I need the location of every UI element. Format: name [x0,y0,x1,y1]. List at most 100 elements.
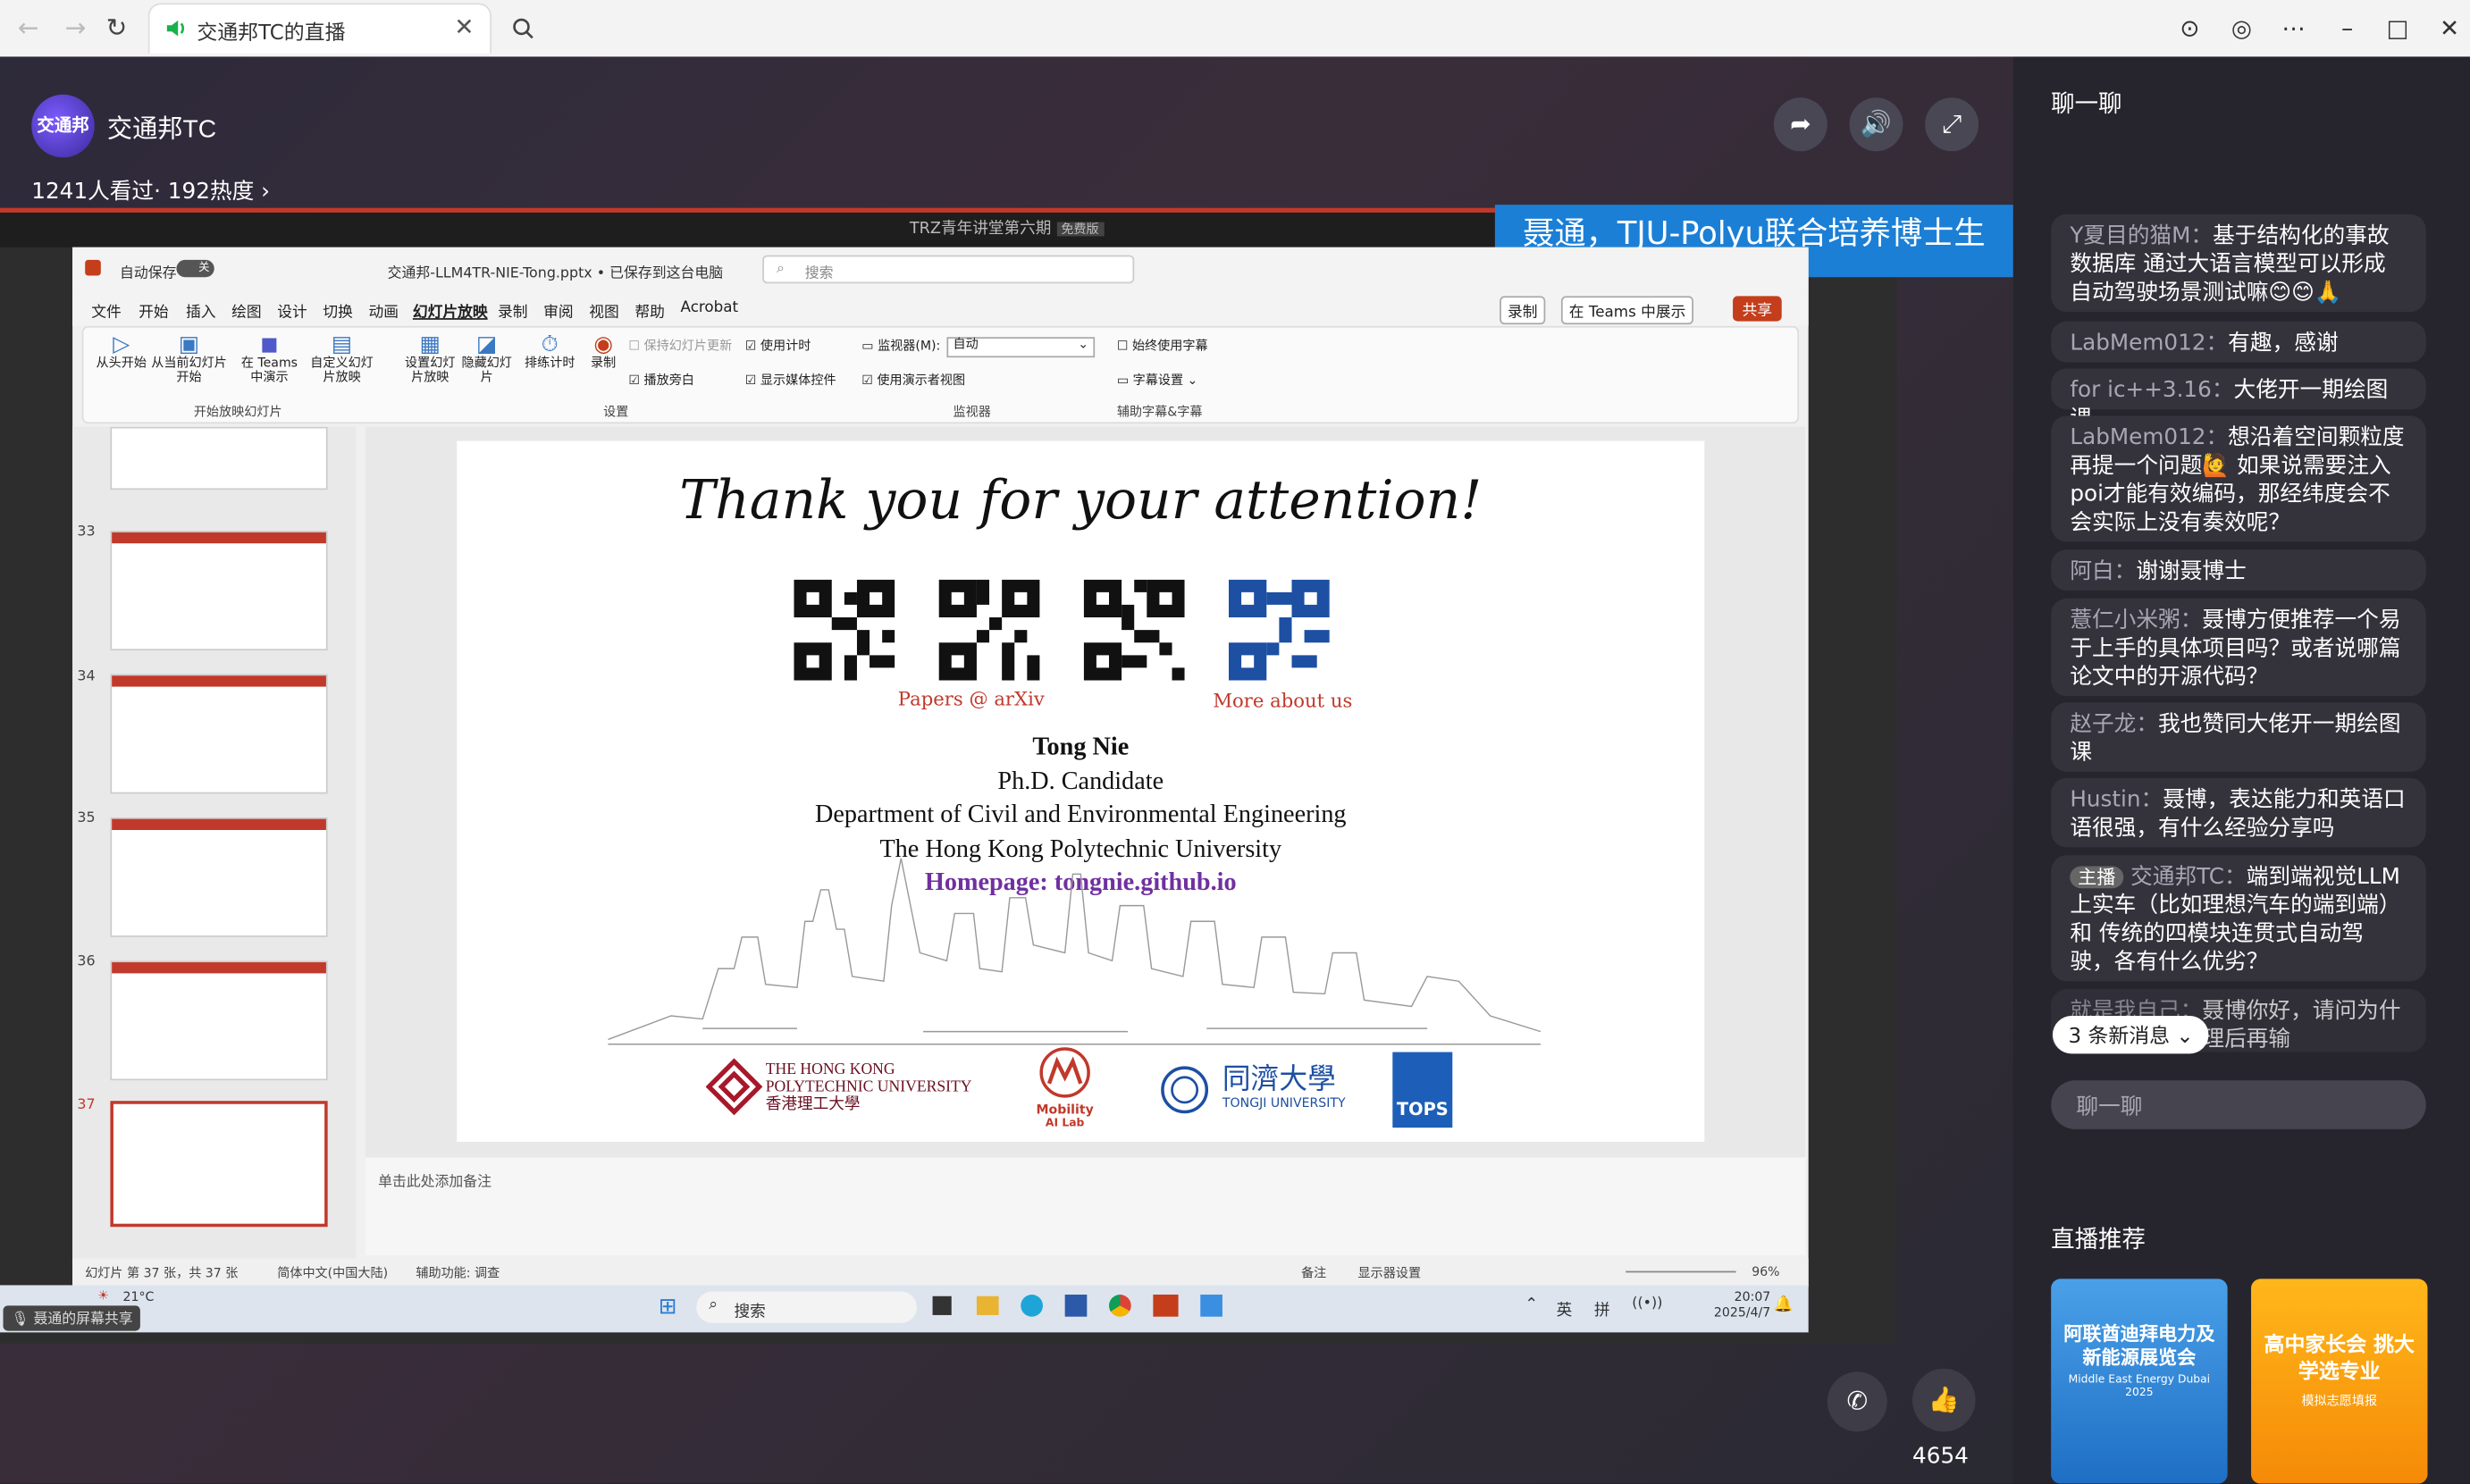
ppt-file-name[interactable]: 交通邦-LLM4TR-NIE-Tong.pptx • 已保存到这台电脑 [388,262,723,282]
window-close-icon[interactable]: ✕ [2431,10,2468,47]
keep-fresh-checkbox[interactable]: ☐ 保持幻灯片更新 [628,339,732,355]
taskbar-clock[interactable]: 20:07 2025/4/7 [1714,1290,1770,1321]
record-button[interactable]: 录制 [1500,296,1546,325]
viewer-count: 1241人看过· 192热度 [31,179,255,205]
menu-item-active[interactable]: 幻灯片放映 [413,299,488,321]
menu-item[interactable]: Acrobat [681,299,739,316]
browser-tab[interactable]: 交通邦TC的直播 ✕ [147,3,491,54]
recommend-card[interactable]: 高中家长会 挑大学选专业 模拟志愿填报 [2251,1279,2428,1484]
weather-text[interactable]: 21°C [122,1290,154,1304]
tops-logo: TOPS [1392,1052,1453,1128]
reload-icon[interactable]: ↻ [97,10,135,47]
use-timing-checkbox[interactable]: ☑ 使用计时 [745,339,811,355]
slide-thumbnail[interactable] [110,817,328,937]
qr-code[interactable] [1083,579,1185,681]
custom-show-button[interactable]: ▤ 自定义幻灯片放映 [310,332,374,386]
slide-thumbnail[interactable] [110,426,328,490]
menu-item[interactable]: 文件 [91,299,122,321]
network-icon[interactable]: ((•)) [1632,1296,1662,1312]
share-button[interactable]: 共享 [1733,296,1782,322]
teams-present-ribbon-button[interactable]: ◼ 在 Teams 中演示 [238,332,301,386]
app-taskbar-icon[interactable] [1200,1295,1222,1317]
teams-present-button[interactable]: 在 Teams 中展示 [1560,296,1694,325]
globe-icon[interactable]: ◎ [2222,10,2260,47]
file-explorer-icon[interactable] [976,1295,999,1315]
qr-code[interactable] [938,579,1040,681]
notes-pane[interactable]: 单击此处添加备注 [365,1157,1806,1255]
task-view-icon[interactable] [932,1295,952,1315]
chrome-icon[interactable] [1109,1295,1131,1317]
menu-item[interactable]: 帮助 [634,299,665,321]
menu-item[interactable]: 视图 [589,299,619,321]
record-ribbon-button[interactable]: ◉ 录制 [581,332,625,373]
back-icon[interactable]: ← [10,10,47,47]
call-icon[interactable]: ✆ [1827,1371,1887,1432]
search-icon[interactable] [504,10,542,47]
menu-item[interactable]: 切换 [323,299,353,321]
setup-show-button[interactable]: ▦ 设置幻灯片放映 [402,332,458,386]
maximize-icon[interactable]: □ [2379,10,2416,47]
menu-item[interactable]: 绘图 [231,299,262,321]
windows-start-icon[interactable]: ⊞ [659,1295,677,1320]
ime-mode[interactable]: 拼 [1594,1296,1610,1320]
notification-icon[interactable]: 🔔 [1774,1296,1794,1313]
slide-thumbnail[interactable] [110,960,328,1081]
slide-thumbnail[interactable] [110,531,328,651]
avatar[interactable]: 交通邦 [31,94,95,158]
presenter-dept: Department of Civil and Environmental En… [815,801,1347,829]
menu-item[interactable]: 审阅 [543,299,574,321]
channel-name[interactable]: 交通邦TC [107,107,216,145]
hide-slide-button[interactable]: ◪ 隐藏幻灯片 [462,332,512,386]
tray-chevron-icon[interactable]: ⌃ [1525,1296,1538,1313]
subtitle-settings-button[interactable]: ▭ 字幕设置 ⌄ [1117,373,1198,390]
viewer-stats[interactable]: 1241人看过· 192热度 › [31,175,270,206]
presenter-view-checkbox[interactable]: ☑ 使用演示者视图 [861,373,965,390]
display-settings[interactable]: 显示器设置 [1358,1265,1422,1282]
share-icon[interactable]: ➦ [1773,97,1827,152]
like-icon[interactable]: 👍 [1912,1368,1976,1432]
menu-item[interactable]: 动画 [368,299,399,321]
ppt-ribbon: ▷ 从头开始 ▣ 从当前幻灯片开始 ◼ 在 Teams 中演示 ▤ 自定义幻灯片放映 ▦… [81,325,1800,424]
autosave-toggle[interactable]: 关 [176,259,214,278]
recommend-card[interactable]: 阿联酋迪拜电力及新能源展览会 Middle East Energy Dubai … [2051,1279,2228,1484]
from-current-button[interactable]: ▣ 从当前幻灯片开始 [149,332,228,386]
notes-toggle[interactable]: 备注 [1301,1265,1326,1282]
from-start-button[interactable]: ▷ 从头开始 [93,332,149,373]
menu-item[interactable]: 开始 [139,299,169,321]
qr-code[interactable] [1228,579,1330,681]
windows-taskbar: ☀ 21°C ⊞ ⌕ 搜索 ⌃ 英 拼 ((•)) 20:07 2025/4/7 🔔 [0,1285,1809,1333]
volume-icon[interactable]: 🔊 [1849,97,1903,152]
menu-item[interactable]: 录制 [498,299,528,321]
rehearse-button[interactable]: ⏱ 排练计时 [518,332,582,373]
qr-code[interactable] [794,579,895,681]
monitor-select[interactable]: 自动 ⌄ [946,337,1096,358]
menu-item[interactable]: 设计 [277,299,307,321]
ppt-search-input[interactable]: ⌕ 搜索 [762,255,1135,284]
screen-share-indicator: 🎙 聂通的屏幕共享 [3,1305,141,1331]
always-subtitle-checkbox[interactable]: ☐ 始终使用字幕 [1117,339,1208,355]
minimize-icon[interactable]: – [2328,10,2365,47]
store-icon[interactable] [1064,1295,1088,1317]
show-media-checkbox[interactable]: ☑ 显示媒体控件 [745,373,836,390]
ppt-statusbar: 幻灯片 第 37 张，共 37 张 简体中文(中国大陆) 辅助功能: 调查 备注… [72,1258,1809,1287]
slide-thumbnail-active[interactable] [110,1101,328,1228]
powerpoint-taskbar-icon[interactable] [1153,1295,1179,1317]
narration-checkbox[interactable]: ☑ 播放旁白 [628,373,694,390]
menu-item[interactable]: 插入 [186,299,216,321]
more-icon[interactable]: ⋯ [2274,10,2312,47]
accessibility-status[interactable]: 辅助功能: 调查 [416,1265,500,1282]
slide: Thank you for your attention! Papers @ a… [457,440,1705,1143]
fullscreen-icon[interactable]: ⤢ [1925,97,1979,152]
language-status[interactable]: 简体中文(中国大陆) [277,1265,388,1282]
close-tab-icon[interactable]: ✕ [454,13,474,41]
chat-input[interactable]: 聊一聊 [2051,1080,2426,1129]
download-icon[interactable]: ⊙ [2171,10,2208,47]
zoom-level[interactable]: 96% [1752,1265,1779,1279]
zoom-slider[interactable] [1626,1270,1736,1273]
slide-thumbnail[interactable] [110,674,328,794]
forward-icon[interactable]: → [56,10,94,47]
taskbar-search[interactable]: ⌕ 搜索 [696,1291,917,1323]
new-messages-button[interactable]: 3 条新消息 ⌄ [2052,1016,2210,1054]
ime-indicator[interactable]: 英 [1557,1296,1573,1320]
edge-icon[interactable] [1021,1295,1043,1317]
